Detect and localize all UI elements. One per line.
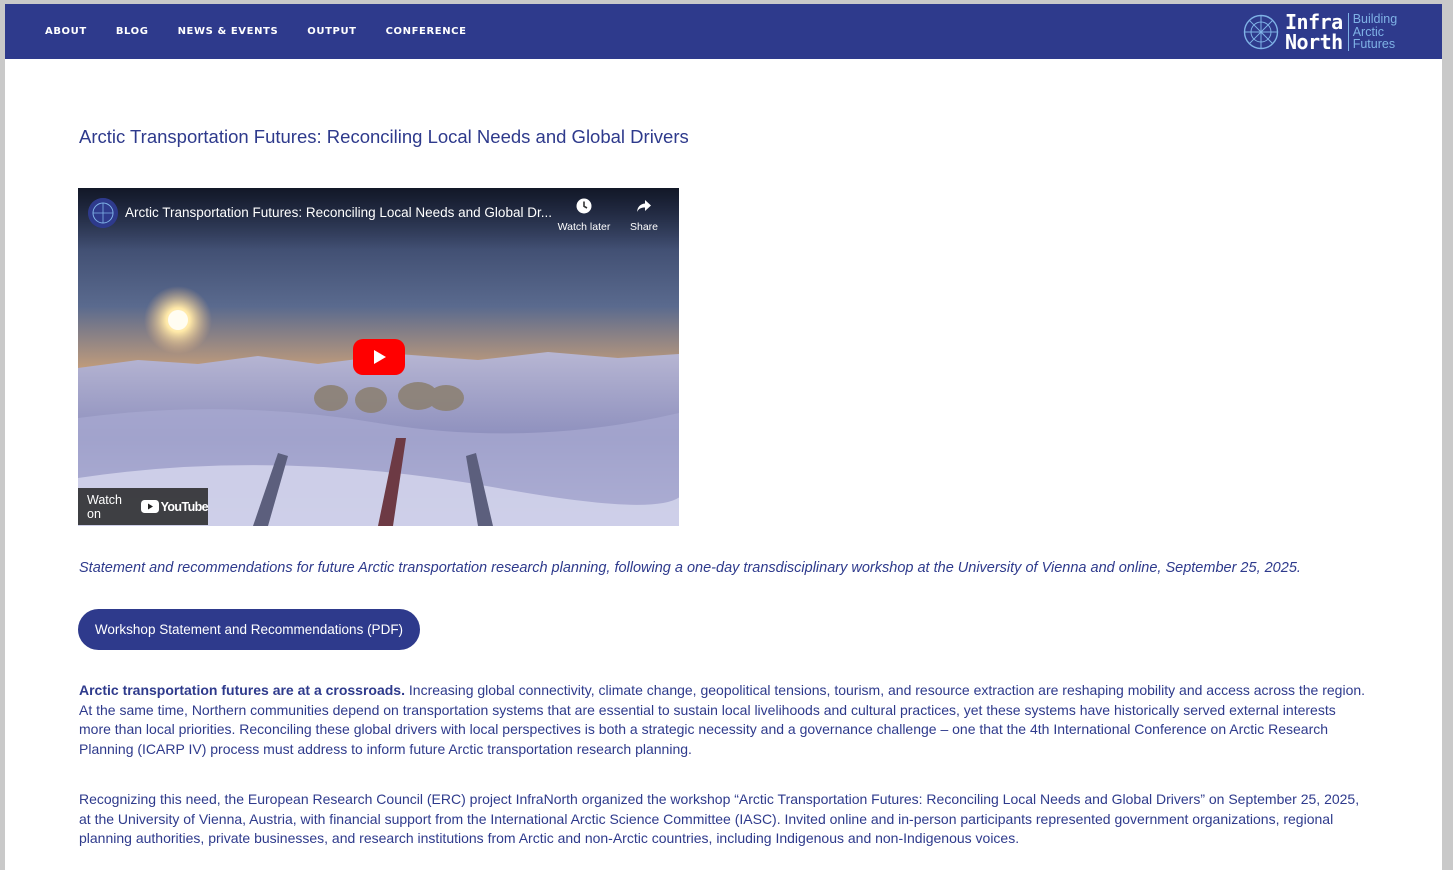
watch-on-label: Watch on (87, 492, 122, 521)
nav-conference[interactable]: CONFERENCE (386, 26, 467, 37)
logo-divider (1347, 13, 1349, 51)
share-button[interactable]: Share (614, 197, 674, 233)
workshop-statement-pdf-button[interactable]: Workshop Statement and Recommendations (… (78, 609, 420, 650)
logo-word-north: North (1285, 30, 1343, 54)
channel-avatar-icon[interactable] (88, 198, 118, 228)
logo-word-infra: Infra (1285, 10, 1343, 34)
clock-icon (576, 198, 592, 214)
nav-output[interactable]: OUTPUT (307, 26, 356, 37)
youtube-wordmark: YouTube (160, 499, 209, 514)
nav-news-events[interactable]: NEWS & EVENTS (178, 26, 279, 37)
youtube-logo-icon (140, 500, 159, 513)
page-frame: ABOUT BLOG NEWS & EVENTS OUTPUT CONFEREN… (5, 4, 1442, 870)
logo-tagline-line: Futures (1352, 37, 1396, 52)
nav-blog[interactable]: BLOG (116, 26, 149, 37)
share-arrow-icon (637, 200, 651, 212)
youtube-video-embed[interactable]: Arctic Transportation Futures: Reconcili… (78, 188, 679, 526)
watch-later-label: Watch later (557, 221, 611, 233)
nav-about[interactable]: ABOUT (45, 26, 87, 37)
play-icon[interactable] (353, 339, 405, 375)
globe-logo-icon (1243, 14, 1279, 50)
main-nav: ABOUT BLOG NEWS & EVENTS OUTPUT CONFEREN… (45, 4, 496, 59)
watch-later-button[interactable]: Watch later (554, 197, 614, 233)
youtube-logo: YouTube (140, 499, 209, 514)
share-label: Share (629, 221, 659, 233)
top-navigation-bar: ABOUT BLOG NEWS & EVENTS OUTPUT CONFEREN… (5, 4, 1442, 59)
logo-tagline: Building Arctic Futures (1353, 13, 1397, 51)
watch-on-youtube-button[interactable]: Watch on YouTube (78, 488, 209, 525)
video-title[interactable]: Arctic Transportation Futures: Reconcili… (125, 205, 555, 220)
infranorth-logo[interactable]: Infra North Building Arctic Futures (1243, 12, 1397, 52)
body-paragraph-1: Arctic transportation futures are at a c… (79, 681, 1371, 759)
logo-wordmark: Infra North (1285, 12, 1343, 52)
paragraph-lead: Arctic transportation futures are at a c… (79, 682, 405, 698)
page-title: Arctic Transportation Futures: Reconcili… (79, 126, 689, 147)
body-paragraph-2: Recognizing this need, the European Rese… (79, 791, 1360, 846)
intro-statement: Statement and recommendations for future… (79, 560, 1301, 576)
logo-tagline-line: Building (1352, 12, 1398, 27)
